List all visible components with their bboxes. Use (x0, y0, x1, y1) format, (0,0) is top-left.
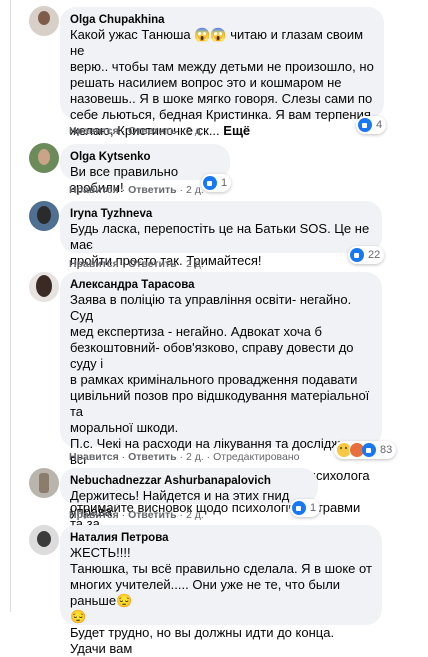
comment-actions: Нравится · Ответить · 2 д. · Отредактиро… (69, 451, 300, 463)
comment-time[interactable]: 2 д. (186, 258, 204, 270)
avatar[interactable] (29, 272, 59, 302)
comment-author[interactable]: Александра Тарасова (70, 278, 372, 292)
avatar[interactable] (29, 6, 59, 36)
like-icon (362, 443, 376, 457)
comment-actions: Нравится · Ответить · 2 д. (69, 125, 204, 137)
like-icon (358, 118, 372, 132)
comment-time[interactable]: 2 д. (186, 184, 204, 196)
reply-button[interactable]: Ответить (128, 125, 177, 137)
like-button[interactable]: Нравится (69, 509, 119, 521)
avatar[interactable] (29, 201, 59, 231)
reaction-number: 1 (221, 177, 228, 189)
comment-actions: Нравится · Ответить · 2 д. (69, 509, 204, 521)
reply-button[interactable]: Ответить (128, 258, 177, 270)
comment-text: ЖЕСТЬ!!!! Танюшка, ты всё правильно сдел… (70, 545, 372, 656)
avatar[interactable] (29, 525, 59, 555)
reaction-number: 1 (310, 502, 317, 514)
comment-time[interactable]: 2 д. (186, 125, 204, 137)
comment-author[interactable]: Наталия Петрова (70, 531, 372, 545)
avatar[interactable] (29, 468, 59, 498)
reaction-number: 4 (376, 119, 383, 131)
comment-body: Какой ужас Танюша 😱😱 читаю и глазам свои… (70, 27, 374, 138)
like-icon (203, 176, 217, 190)
reaction-count[interactable]: 1 (201, 174, 232, 192)
like-button[interactable]: Нравится (69, 184, 119, 196)
comment-author[interactable]: Iryna Tyzhneva (70, 207, 372, 221)
thread-line (10, 0, 11, 612)
comment-time[interactable]: 2 д. (186, 509, 204, 521)
like-button[interactable]: Нравится (69, 258, 119, 270)
comment-actions: Нравится · Ответить · 2 д. (69, 184, 204, 196)
like-button[interactable]: Нравится (69, 451, 119, 463)
comment-actions: Нравится · Ответить · 2 д. (69, 258, 204, 270)
comment-bubble: Наталия Петрова ЖЕСТЬ!!!! Танюшка, ты вс… (60, 525, 382, 656)
reaction-number: 22 (368, 249, 381, 261)
reply-button[interactable]: Ответить (128, 509, 177, 521)
comment-bubble: Nebuchadnezzar Ashurbanapalovich Держите… (60, 468, 318, 519)
comment-author[interactable]: Olga Chupakhina (70, 13, 374, 27)
comment-author[interactable]: Nebuchadnezzar Ashurbanapalovich (70, 474, 308, 488)
comment-text: Какой ужас Танюша 😱😱 читаю и глазам свои… (70, 27, 374, 139)
reaction-count[interactable]: 1 (290, 499, 321, 517)
avatar[interactable] (29, 143, 59, 173)
comment-bubble: Александра Тарасова Заява в поліцію та у… (60, 272, 382, 547)
reaction-count[interactable]: 4 (356, 116, 387, 134)
reaction-count[interactable]: 83 (334, 441, 397, 459)
like-icon (350, 248, 364, 262)
comment-bubble: Iryna Tyzhneva Будь ласка, перепостіть ц… (60, 201, 382, 268)
comment-bubble: Olga Chupakhina Какой ужас Танюша 😱😱 чит… (60, 7, 384, 138)
reply-button[interactable]: Ответить (128, 184, 177, 196)
comment-author[interactable]: Olga Kytsenko (70, 150, 220, 164)
comment-time[interactable]: 2 д. (186, 451, 204, 463)
like-button[interactable]: Нравится (69, 125, 119, 137)
reaction-number: 83 (380, 444, 393, 456)
reply-button[interactable]: Ответить (128, 451, 177, 463)
like-icon (292, 501, 306, 515)
reaction-count[interactable]: 22 (348, 246, 385, 264)
see-more-link[interactable]: Ещё (223, 123, 250, 138)
edited-label[interactable]: Отредактировано (213, 451, 299, 463)
